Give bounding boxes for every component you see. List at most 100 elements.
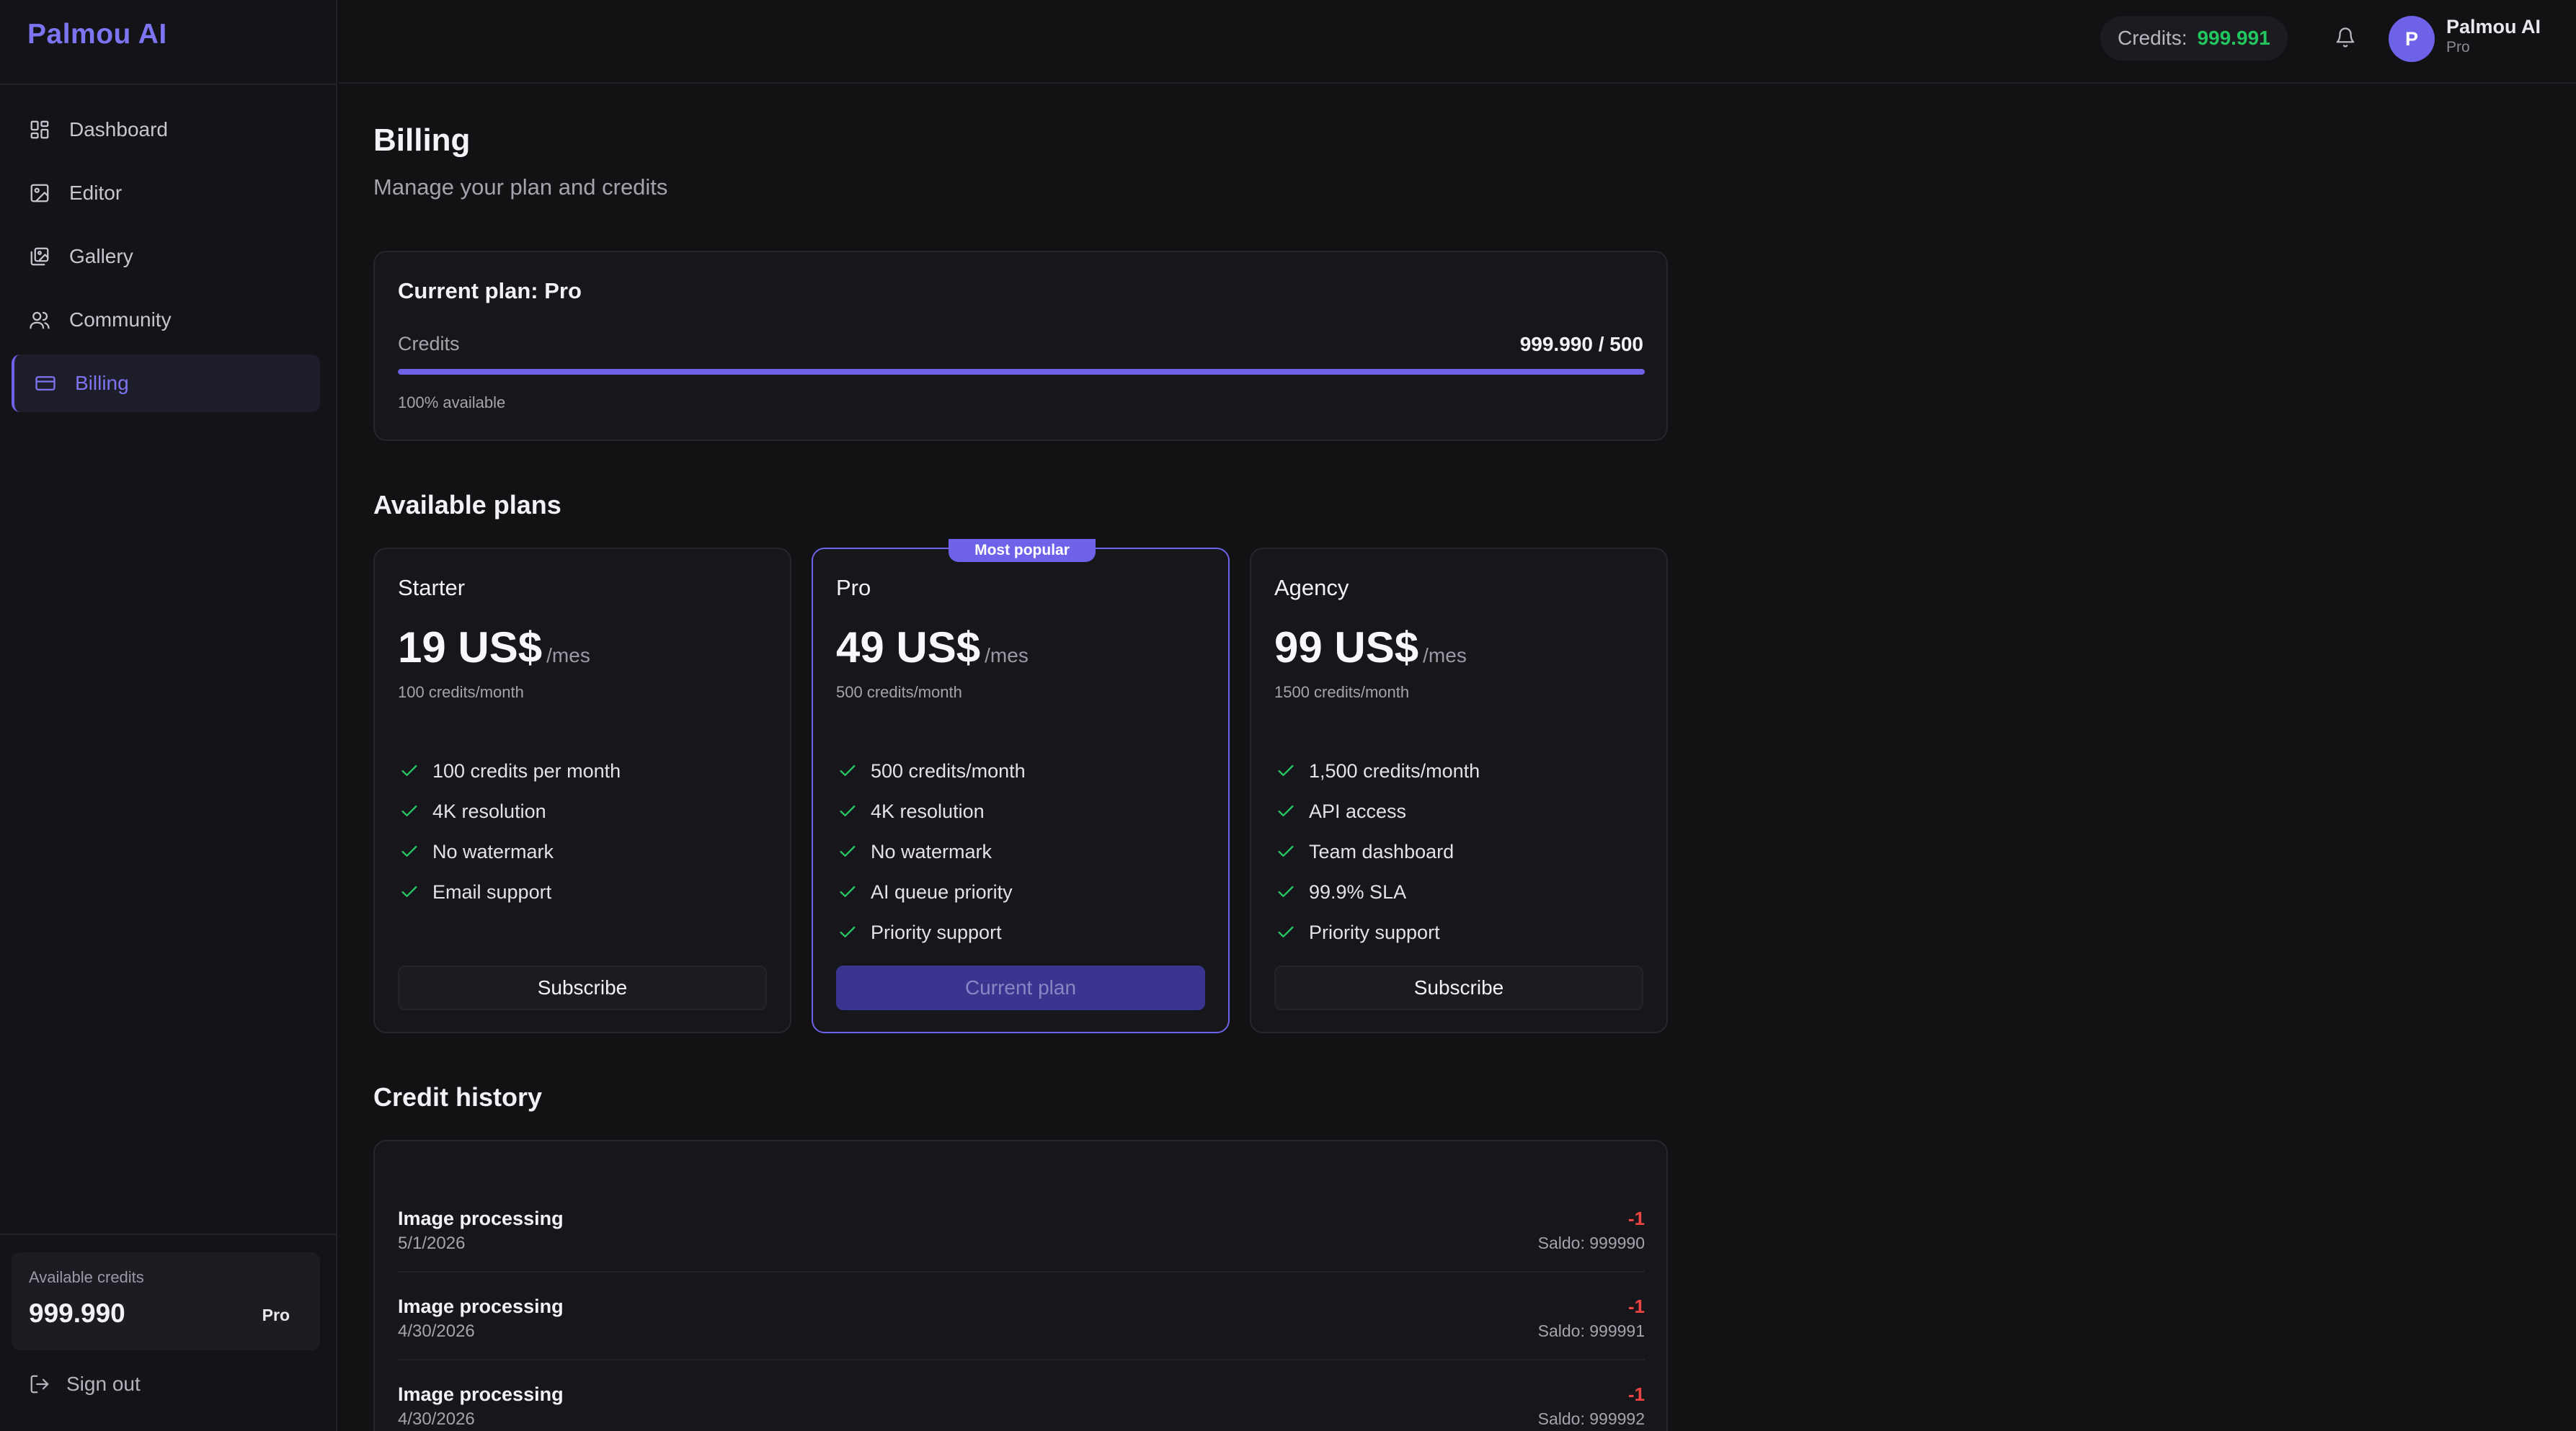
feature-label: 500 credits/month	[871, 759, 1026, 782]
app-root: Palmou AI Dashboard Editor Gallery Commu…	[0, 0, 2576, 1431]
credits-progress-bar	[398, 369, 1645, 375]
history-amount: -1	[1627, 1208, 1645, 1229]
plan-badge: Pro	[262, 1306, 290, 1324]
credit-history-card: Image processing 5/1/2026 -1 Saldo: 9999…	[373, 1140, 1668, 1431]
subscribe-button-agency[interactable]: Subscribe	[1274, 966, 1643, 1010]
plan-card-pro: Most popular Pro 49 US$/mes 500 credits/…	[812, 539, 1230, 1033]
plan-name: Starter	[398, 575, 466, 600]
plan-price-amount: 99 US$	[1274, 623, 1419, 672]
feature-label: Email support	[432, 881, 552, 903]
sidebar-divider	[0, 84, 337, 85]
check-icon	[1274, 800, 1297, 823]
plan-price: 19 US$/mes	[398, 623, 590, 672]
check-icon	[836, 759, 859, 783]
avatar[interactable]: P	[2389, 16, 2435, 62]
check-icon	[398, 881, 421, 904]
feature-item: 99.9% SLA	[1274, 872, 1480, 912]
sign-out-button[interactable]: Sign out	[27, 1372, 141, 1396]
bell-icon[interactable]	[2331, 23, 2360, 52]
check-icon	[398, 759, 421, 783]
plan-credits: 1500 credits/month	[1274, 683, 1410, 701]
available-credits-label: Available credits	[29, 1268, 144, 1286]
credit-card-icon	[33, 371, 58, 396]
feature-label: 100 credits per month	[432, 759, 621, 782]
user-name: Palmou AI	[2446, 16, 2541, 37]
plan-credits: 500 credits/month	[836, 683, 962, 701]
plan-features: 500 credits/month 4K resolution No water…	[836, 751, 1026, 953]
history-row: Image processing 4/30/2026 -1 Saldo: 999…	[398, 1272, 1645, 1360]
plan-name: Agency	[1274, 575, 1349, 600]
current-plan-title: Current plan: Pro	[398, 278, 582, 303]
current-plan-button[interactable]: Current plan	[836, 966, 1205, 1010]
feature-label: No watermark	[871, 840, 992, 862]
page-title: Billing	[373, 122, 471, 158]
brand-logo[interactable]: Palmou AI	[27, 19, 167, 50]
plan-features: 1,500 credits/month API access Team dash…	[1274, 751, 1480, 953]
check-icon	[1274, 759, 1297, 783]
feature-item: 4K resolution	[398, 791, 621, 832]
plan-price-period: /mes	[985, 644, 1029, 667]
page-subtitle: Manage your plan and credits	[373, 174, 668, 200]
check-icon	[836, 840, 859, 863]
sidebar-item-label: Gallery	[69, 245, 133, 267]
check-icon	[1274, 840, 1297, 863]
sidebar-item-billing[interactable]: Billing	[12, 355, 320, 412]
check-icon	[836, 881, 859, 904]
history-balance: Saldo: 999990	[1537, 1234, 1645, 1252]
users-icon	[27, 308, 52, 332]
plan-price: 49 US$/mes	[836, 623, 1029, 672]
feature-item: 500 credits/month	[836, 751, 1026, 791]
sign-out-label: Sign out	[66, 1373, 141, 1395]
feature-item: Priority support	[836, 912, 1026, 953]
feature-item: 1,500 credits/month	[1274, 751, 1480, 791]
sidebar-item-label: Billing	[75, 372, 129, 394]
feature-item: API access	[1274, 791, 1480, 832]
plan-price-amount: 49 US$	[836, 623, 981, 672]
plan-price-amount: 19 US$	[398, 623, 543, 672]
credits-label: Credits	[398, 333, 460, 355]
feature-label: No watermark	[432, 840, 554, 862]
history-date: 5/1/2026	[398, 1234, 466, 1253]
history-date: 4/30/2026	[398, 1409, 475, 1429]
history-balance: Saldo: 999991	[1537, 1321, 1645, 1340]
sidebar-item-gallery[interactable]: Gallery	[12, 228, 320, 285]
available-plans-title: Available plans	[373, 490, 561, 520]
feature-label: 4K resolution	[871, 800, 985, 822]
sidebar-item-editor[interactable]: Editor	[12, 164, 320, 222]
feature-item: AI queue priority	[836, 872, 1026, 912]
current-plan-card: Current plan: Pro Credits 999.990 / 500 …	[373, 251, 1668, 441]
plan-credits: 100 credits/month	[398, 683, 524, 701]
credits-value: 999.990 / 500	[1519, 333, 1643, 355]
history-balance: Saldo: 999992	[1537, 1409, 1645, 1428]
check-icon	[398, 840, 421, 863]
credits-available-text: 100% available	[398, 393, 506, 411]
subscribe-button-starter[interactable]: Subscribe	[398, 966, 767, 1010]
history-row: Image processing 4/30/2026 -1 Saldo: 999…	[398, 1360, 1645, 1431]
plan-price-period: /mes	[1423, 644, 1467, 667]
check-icon	[836, 800, 859, 823]
log-out-icon	[27, 1372, 52, 1396]
plan-card-starter: Starter 19 US$/mes 100 credits/month 100…	[373, 548, 791, 1033]
sidebar-item-dashboard[interactable]: Dashboard	[12, 101, 320, 159]
sidebar-item-community[interactable]: Community	[12, 291, 320, 349]
header-credits-value: 999.991	[2197, 27, 2270, 49]
feature-label: Priority support	[871, 921, 1002, 943]
history-title: Image processing	[398, 1296, 564, 1317]
plan-name: Pro	[836, 575, 871, 600]
grid-icon	[27, 117, 52, 142]
check-icon	[1274, 881, 1297, 904]
feature-label: 99.9% SLA	[1309, 881, 1407, 903]
user-plan: Pro	[2446, 39, 2470, 55]
sidebar-item-label: Editor	[69, 182, 123, 204]
images-icon	[27, 244, 52, 269]
plan-features: 100 credits per month 4K resolution No w…	[398, 751, 621, 912]
feature-item: 100 credits per month	[398, 751, 621, 791]
check-icon	[1274, 921, 1297, 944]
history-amount: -1	[1627, 1383, 1645, 1405]
feature-item: 4K resolution	[836, 791, 1026, 832]
history-date: 4/30/2026	[398, 1321, 475, 1341]
credits-progress-fill	[398, 369, 1645, 375]
history-row: Image processing 5/1/2026 -1 Saldo: 9999…	[398, 1185, 1645, 1272]
plan-price: 99 US$/mes	[1274, 623, 1467, 672]
available-credits-box: Available credits 999.990 Pro	[12, 1252, 320, 1350]
